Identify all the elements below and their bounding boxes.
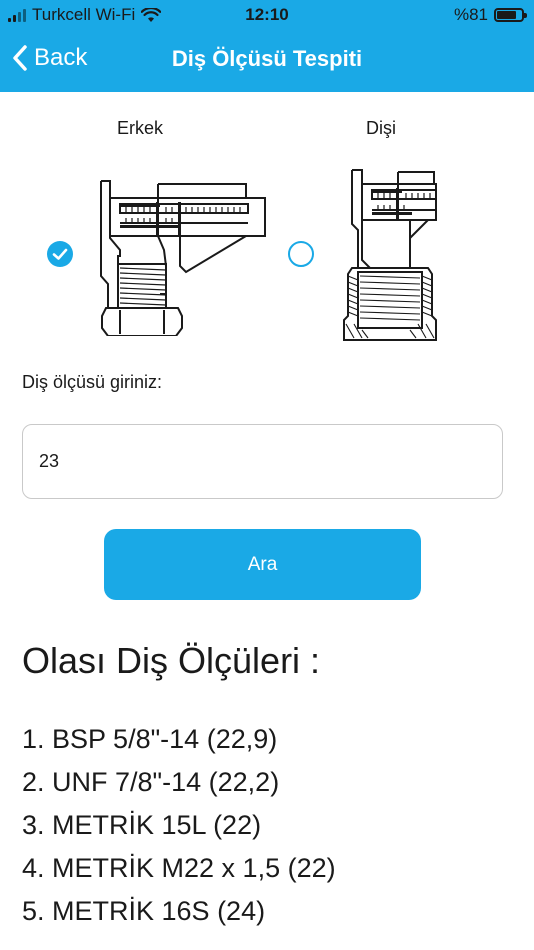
list-item: 4. METRİK M22 x 1,5 (22) bbox=[22, 853, 336, 883]
list-item: 5. METRİK 16S (24) bbox=[22, 896, 266, 926]
navigation-bar: Back Diş Ölçüsü Tespiti bbox=[0, 30, 534, 92]
thread-size-field[interactable] bbox=[22, 424, 503, 499]
battery-fill bbox=[497, 11, 517, 19]
radio-female[interactable] bbox=[288, 241, 314, 267]
status-right: %81 bbox=[453, 5, 527, 25]
thread-size-input[interactable] bbox=[39, 425, 479, 498]
search-button[interactable]: Ara bbox=[104, 529, 421, 600]
battery-percentage: %81 bbox=[453, 5, 488, 24]
list-item: 3. METRİK 15L (22) bbox=[22, 810, 262, 840]
list-item: 1. BSP 5/8"-14 (22,9) bbox=[22, 724, 278, 754]
radio-male[interactable] bbox=[47, 241, 73, 267]
battery-icon bbox=[494, 8, 527, 22]
female-thread-caliper-icon bbox=[343, 169, 437, 341]
option-male-label: Erkek bbox=[117, 118, 164, 138]
list-item: 2. UNF 7/8"-14 (22,2) bbox=[22, 767, 280, 797]
male-thread-caliper-icon bbox=[100, 180, 266, 336]
page-title: Diş Ölçüsü Tespiti bbox=[171, 46, 363, 71]
checkmark-icon bbox=[52, 248, 68, 260]
option-female-label: Dişi bbox=[366, 118, 396, 138]
results-list: 1. BSP 5/8"-14 (22,9) 2. UNF 7/8"-14 (22… bbox=[22, 718, 336, 933]
results-title: Olası Diş Ölçüleri : bbox=[22, 640, 321, 681]
status-bar: Turkcell Wi-Fi 12:10 %81 bbox=[0, 0, 534, 30]
input-label: Diş ölçüsü giriniz: bbox=[22, 372, 163, 392]
